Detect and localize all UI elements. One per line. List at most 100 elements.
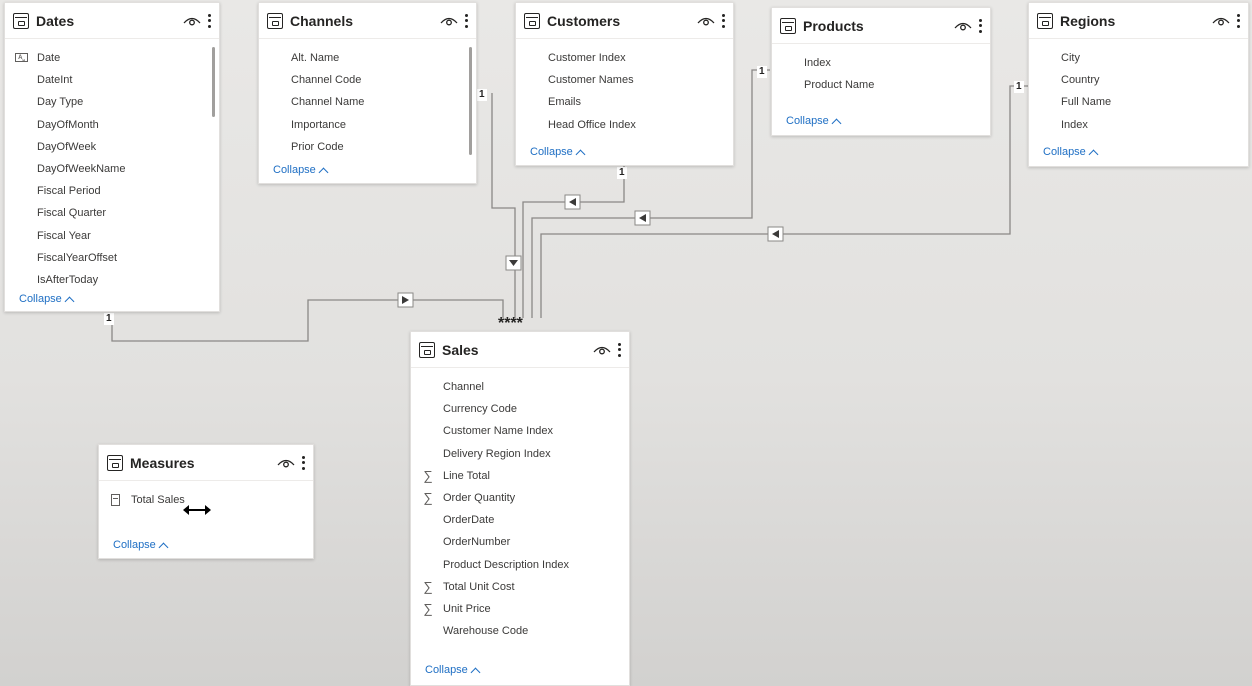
field-item[interactable]: OrderDate	[411, 509, 629, 531]
collapse-link[interactable]: Collapse	[19, 293, 75, 306]
card-header[interactable]: Measures	[99, 445, 313, 481]
collapse-link[interactable]: Collapse	[425, 664, 481, 677]
table-card-customers[interactable]: Customers Customer Index Customer Names …	[515, 2, 734, 166]
field-item[interactable]: ∑ Total Unit Cost	[411, 576, 629, 598]
chevron-up-icon	[318, 167, 329, 177]
card-header[interactable]: Sales	[411, 332, 629, 368]
field-item[interactable]: Head Office Index	[516, 114, 733, 136]
table-card-sales[interactable]: Sales Channel Currency Code Customer Nam…	[410, 331, 630, 686]
field-item[interactable]: Full Name	[1029, 91, 1248, 113]
field-item[interactable]: DateInt	[5, 69, 219, 91]
visibility-icon[interactable]	[183, 15, 201, 27]
field-item[interactable]: ∑ Unit Price	[411, 598, 629, 620]
visibility-icon[interactable]	[593, 344, 611, 356]
sigma-icon: ∑	[423, 467, 433, 483]
field-item[interactable]: DayOfWeek	[5, 136, 219, 158]
sigma-icon: ∑	[423, 489, 433, 505]
arrow-right-icon	[402, 296, 409, 304]
more-options-icon[interactable]	[301, 455, 305, 470]
table-card-measures[interactable]: Measures Total Sales Collapse	[98, 444, 314, 559]
collapse-link[interactable]: Collapse	[273, 164, 329, 177]
field-item[interactable]: IsAfterToday	[5, 269, 219, 291]
field-item[interactable]: A⎵ Date	[5, 47, 219, 69]
field-item[interactable]: Channel Code	[259, 69, 476, 91]
scrollbar[interactable]	[212, 47, 215, 117]
table-icon	[419, 341, 435, 358]
chevron-up-icon	[831, 118, 842, 128]
field-item[interactable]: DayOfMonth	[5, 114, 219, 136]
more-options-icon[interactable]	[978, 18, 982, 33]
field-list: A⎵ Date DateInt Day Type DayOfMonth DayOf…	[5, 39, 219, 291]
table-card-regions[interactable]: Regions City Country Full Name Index Col…	[1028, 2, 1249, 167]
field-item[interactable]: Product Description Index	[411, 554, 629, 576]
card-header[interactable]: Channels	[259, 3, 476, 39]
relationship-channels-sales	[491, 93, 516, 318]
field-item[interactable]: Alt. Name	[259, 47, 476, 69]
field-item[interactable]: Index	[772, 52, 990, 74]
field-item[interactable]: Fiscal Period	[5, 180, 219, 202]
field-item[interactable]: ∑ Order Quantity	[411, 487, 629, 509]
visibility-icon[interactable]	[697, 15, 715, 27]
visibility-icon[interactable]	[277, 457, 295, 469]
field-item[interactable]: Country	[1029, 69, 1248, 91]
collapse-link[interactable]: Collapse	[113, 539, 169, 552]
field-item[interactable]: City	[1029, 47, 1248, 69]
card-header[interactable]: Customers	[516, 3, 733, 39]
model-canvas[interactable]: 1 1 1 1 1 **** Dates A⎵ Date DateInt Day …	[0, 0, 1252, 686]
field-item[interactable]: Delivery Region Index	[411, 443, 629, 465]
table-title: Sales	[442, 341, 479, 358]
chevron-up-icon	[158, 542, 169, 552]
direction-marker-channels	[505, 255, 522, 271]
field-item[interactable]: Prior Code	[259, 136, 476, 158]
direction-marker-dates	[397, 292, 414, 308]
arrow-left-icon	[639, 214, 646, 222]
field-item[interactable]: Customer Index	[516, 47, 733, 69]
field-item[interactable]: Customer Name Index	[411, 420, 629, 442]
visibility-icon[interactable]	[440, 15, 458, 27]
table-icon	[13, 12, 29, 29]
field-list: City Country Full Name Index	[1029, 39, 1248, 136]
field-item[interactable]: Fiscal Quarter	[5, 202, 219, 224]
more-options-icon[interactable]	[617, 342, 621, 357]
cardinality-one-products: 1	[757, 66, 767, 78]
field-item[interactable]: Warehouse Code	[411, 620, 629, 642]
visibility-icon[interactable]	[954, 20, 972, 32]
field-item[interactable]: Emails	[516, 91, 733, 113]
card-header[interactable]: Products	[772, 8, 990, 44]
field-item[interactable]: Importance	[259, 114, 476, 136]
resize-cursor-icon	[183, 505, 211, 515]
more-options-icon[interactable]	[464, 13, 468, 28]
table-title: Products	[803, 17, 864, 34]
field-item[interactable]: ∑ Line Total	[411, 465, 629, 487]
card-header[interactable]: Regions	[1029, 3, 1248, 39]
field-item[interactable]: Customer Names	[516, 69, 733, 91]
field-item[interactable]: Fiscal Year	[5, 225, 219, 247]
chevron-up-icon	[470, 667, 481, 677]
card-header[interactable]: Dates	[5, 3, 219, 39]
table-card-products[interactable]: Products Index Product Name Collapse	[771, 7, 991, 136]
more-options-icon[interactable]	[721, 13, 725, 28]
field-item[interactable]: FiscalYearOffset	[5, 247, 219, 269]
scrollbar[interactable]	[469, 47, 472, 155]
collapse-link[interactable]: Collapse	[530, 146, 586, 159]
direction-marker-regions	[767, 226, 784, 242]
collapse-link[interactable]: Collapse	[1043, 146, 1099, 159]
collapse-link[interactable]: Collapse	[786, 115, 842, 128]
sigma-icon: ∑	[423, 600, 433, 616]
field-item[interactable]: Channel	[411, 376, 629, 398]
more-options-icon[interactable]	[1236, 13, 1240, 28]
table-card-dates[interactable]: Dates A⎵ Date DateInt Day Type DayOfMonth…	[4, 2, 220, 312]
table-card-channels[interactable]: Channels Alt. Name Channel Code Channel …	[258, 2, 477, 184]
field-item[interactable]: Product Name	[772, 74, 990, 96]
more-options-icon[interactable]	[207, 13, 211, 28]
field-item[interactable]: Currency Code	[411, 398, 629, 420]
visibility-icon[interactable]	[1212, 15, 1230, 27]
field-item[interactable]: OrderNumber	[411, 531, 629, 553]
arrow-left-icon	[569, 198, 576, 206]
field-item[interactable]: DayOfWeekName	[5, 158, 219, 180]
field-item[interactable]: Day Type	[5, 91, 219, 113]
field-item[interactable]: Index	[1029, 114, 1248, 136]
field-item[interactable]: Channel Name	[259, 91, 476, 113]
arrow-down-icon	[509, 260, 518, 266]
table-icon	[267, 12, 283, 29]
